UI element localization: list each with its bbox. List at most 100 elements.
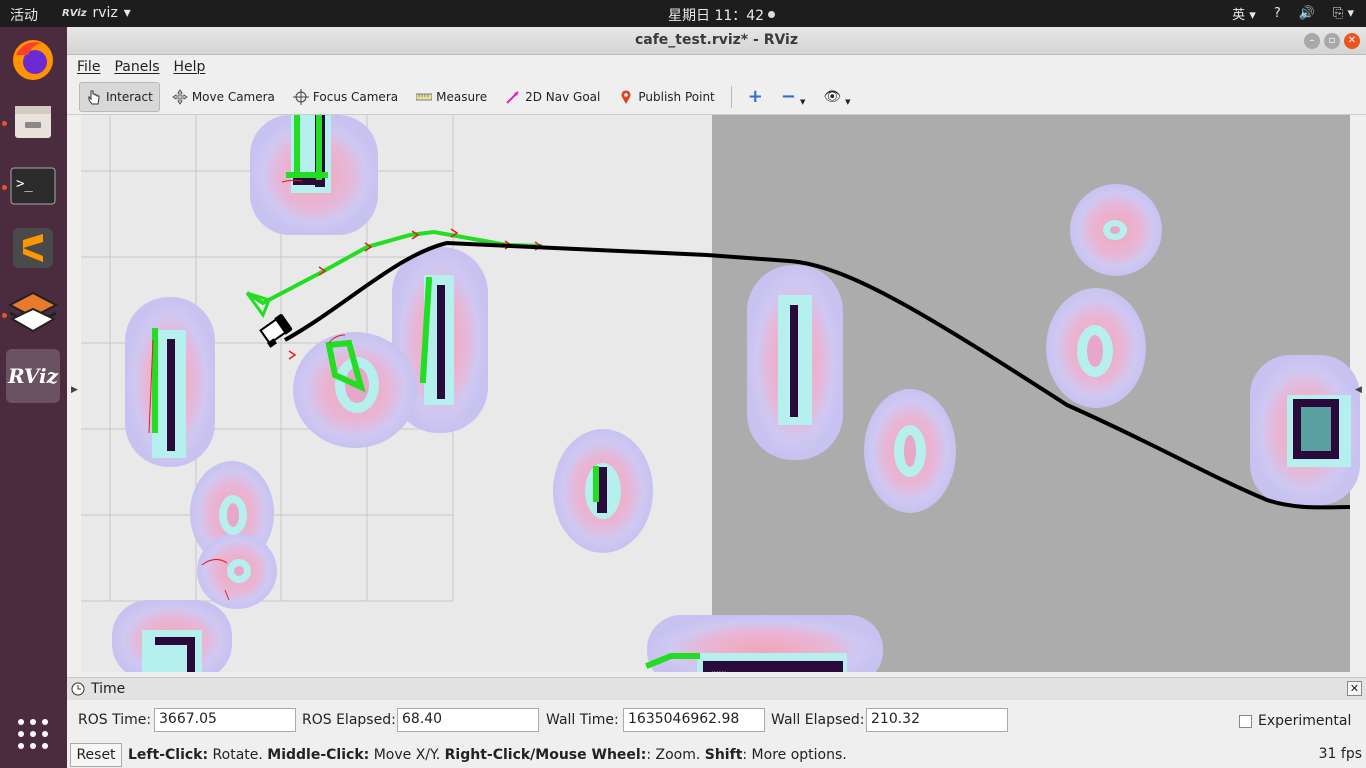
menu-bar: File Panels Help: [67, 55, 1366, 79]
view-options-button[interactable]: 👁 ▼: [817, 82, 856, 112]
files-icon: [15, 106, 51, 138]
wall-elapsed-field[interactable]: 210.32: [866, 708, 1008, 732]
time-fields-row: ROS Time: 3667.05 ROS Elapsed: 68.40 Wal…: [67, 708, 1366, 734]
left-panel-toggle[interactable]: ▶: [71, 385, 78, 395]
experimental-toggle[interactable]: Experimental: [1239, 713, 1351, 729]
input-method-label: 英: [1232, 8, 1246, 23]
map-pin-icon: [621, 89, 631, 104]
show-applications-button[interactable]: [6, 707, 60, 761]
hint-shift: Shift: [704, 747, 743, 763]
rviz-launcher[interactable]: RViz: [6, 349, 60, 403]
system-tray[interactable]: 英 ▾ ? 🔊 ⎘ ▾: [1232, 4, 1354, 23]
nav-goal-label: 2D Nav Goal: [525, 89, 601, 104]
files-launcher[interactable]: [6, 95, 60, 149]
hint-right-click: Right-Click/Mouse Wheel:: [444, 747, 647, 763]
right-panel-toggle[interactable]: ◀: [1355, 385, 1362, 395]
3d-viewport[interactable]: ...... ▶ ◀: [67, 115, 1366, 672]
move-arrows-icon: [172, 88, 188, 105]
experimental-checkbox[interactable]: [1239, 714, 1252, 728]
help-icon[interactable]: ?: [1274, 6, 1281, 21]
sublime-launcher[interactable]: [6, 221, 60, 275]
menu-help[interactable]: Help: [174, 59, 206, 75]
input-method-indicator[interactable]: 英 ▾: [1232, 4, 1256, 23]
clock-text: 星期日 11：42: [668, 8, 765, 24]
rviz-icon: RViz: [7, 364, 59, 388]
app-menu-label: rviz: [92, 5, 118, 21]
layers-launcher[interactable]: [6, 285, 60, 339]
hint-rotate: Rotate.: [208, 747, 268, 763]
hint-more: : More options.: [742, 747, 847, 763]
layers-icon: [8, 291, 58, 333]
measure-label: Measure: [436, 89, 488, 104]
toolbar-separator: [730, 85, 732, 108]
terminal-launcher[interactable]: >_: [6, 159, 60, 213]
clipboard-icon[interactable]: ⎘ ▾: [1333, 6, 1354, 21]
terminal-icon: >_: [10, 167, 56, 205]
grid-icon: [18, 719, 48, 749]
window-title: cafe_test.rviz* - RViz: [634, 32, 799, 48]
splitter-grip: ......: [711, 665, 726, 672]
ros-time-label: ROS Time:: [78, 712, 152, 728]
nav-goal-arrow-icon: [506, 90, 519, 104]
rviz-mini-icon: RViz: [62, 7, 87, 19]
menu-file[interactable]: File: [77, 59, 100, 75]
time-panel-header: Time ✕: [67, 678, 1366, 700]
move-camera-tool[interactable]: Move Camera: [166, 82, 281, 112]
rviz-window: cafe_test.rviz* - RViz – ▫ ✕ File Panels…: [67, 27, 1366, 768]
ruler-icon: [416, 93, 433, 100]
wall-elapsed-label: Wall Elapsed:: [771, 712, 865, 728]
app-menu[interactable]: RViz rviz ▾: [62, 5, 131, 21]
nav-goal-tool[interactable]: 2D Nav Goal: [499, 82, 606, 112]
maximize-button[interactable]: ▫: [1324, 33, 1340, 49]
hint-left-click: Left-Click:: [128, 747, 209, 763]
ros-time-field[interactable]: 3667.05: [154, 708, 296, 732]
firefox-icon: [13, 40, 53, 80]
chevron-down-icon: ▾: [123, 5, 131, 21]
measure-tool[interactable]: Measure: [410, 82, 493, 112]
hand-pointer-icon: [88, 90, 100, 104]
ros-elapsed-label: ROS Elapsed:: [302, 712, 396, 728]
wall-time-label: Wall Time:: [546, 712, 619, 728]
clock-icon: [71, 682, 85, 696]
close-panel-button[interactable]: ✕: [1347, 681, 1362, 696]
firefox-launcher[interactable]: [6, 33, 60, 87]
title-bar[interactable]: cafe_test.rviz* - RViz – ▫ ✕: [67, 27, 1366, 55]
reset-button[interactable]: Reset: [70, 743, 122, 767]
notification-dot: [768, 11, 776, 18]
focus-camera-tool[interactable]: Focus Camera: [287, 82, 404, 112]
publish-point-tool[interactable]: Publish Point: [612, 82, 720, 112]
dropdown-arrow-icon: ▼: [845, 97, 851, 106]
activities-button[interactable]: 活动: [10, 5, 38, 25]
close-button[interactable]: ✕: [1344, 33, 1360, 49]
experimental-label: Experimental: [1258, 713, 1352, 729]
toolbar: Interact Move Camera Focus Camera Measur…: [67, 79, 1366, 115]
plus-icon: +: [747, 86, 763, 107]
interact-label: Interact: [106, 89, 153, 104]
minimize-button[interactable]: –: [1304, 33, 1320, 49]
minus-icon: −: [780, 86, 796, 107]
fps-counter: 31 fps: [1318, 746, 1362, 762]
clock[interactable]: 星期日 11：42: [668, 5, 776, 25]
top-bar: 活动 RViz rviz ▾ 星期日 11：42 英 ▾ ? 🔊 ⎘ ▾: [0, 0, 1366, 27]
hint-middle-click: Middle-Click:: [267, 747, 370, 763]
time-panel-title: Time: [91, 681, 126, 697]
remove-tool-button[interactable]: − ▼: [775, 82, 811, 112]
status-bar: Reset Left-Click: Rotate. Middle-Click: …: [67, 741, 1366, 768]
menu-panels[interactable]: Panels: [114, 59, 159, 75]
dock: >_ RViz: [0, 27, 67, 768]
ros-elapsed-field[interactable]: 68.40: [397, 708, 539, 732]
add-tool-button[interactable]: +: [742, 82, 769, 112]
hint-move: Move X/Y.: [369, 747, 445, 763]
focus-camera-label: Focus Camera: [312, 89, 399, 104]
map-render: ......: [67, 115, 1366, 672]
interact-tool[interactable]: Interact: [79, 81, 160, 112]
move-camera-label: Move Camera: [191, 89, 275, 104]
dropdown-arrow-icon: ▼: [799, 97, 806, 106]
svg-text:>_: >_: [16, 176, 33, 192]
status-hint: Left-Click: Rotate. Middle-Click: Move X…: [128, 747, 847, 763]
sublime-icon: [13, 228, 53, 268]
volume-icon[interactable]: 🔊: [1299, 6, 1315, 21]
time-panel: Time ✕ ROS Time: 3667.05 ROS Elapsed: 68…: [67, 677, 1366, 768]
crosshair-icon: [292, 88, 309, 105]
wall-time-field[interactable]: 1635046962.98: [623, 708, 765, 732]
